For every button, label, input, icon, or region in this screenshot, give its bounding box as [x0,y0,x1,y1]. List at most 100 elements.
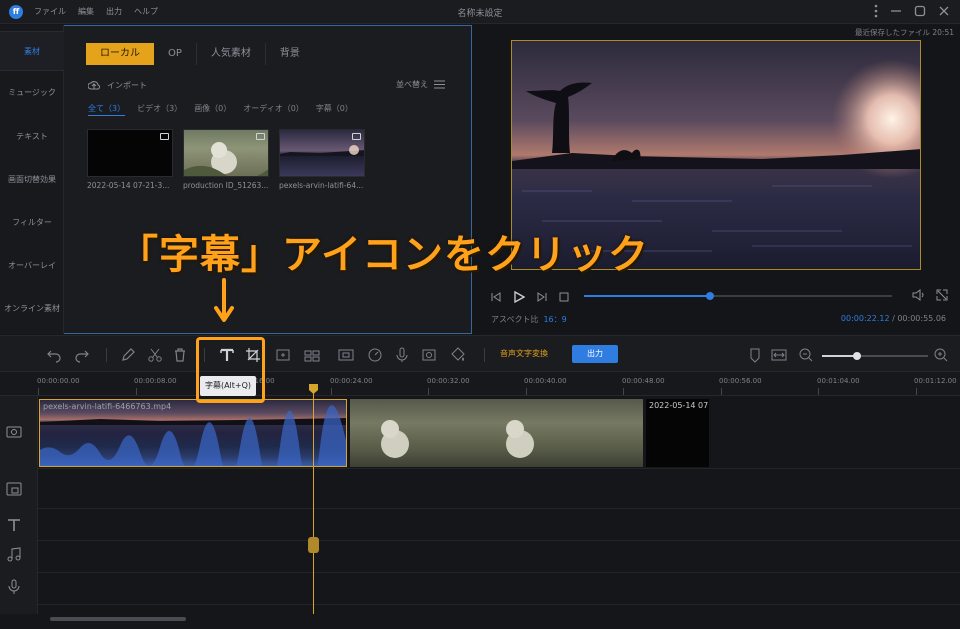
tab-popular[interactable]: 人気素材 [197,43,266,65]
ruler-tick [623,388,624,395]
aspect-ratio-value[interactable]: 16：9 [543,315,566,324]
ruler-label: 00:00:40.00 [524,377,567,385]
media-item[interactable]: production ID_51263... [183,129,269,190]
title-bar: ff ファイル 編集 出力 ヘルプ 名称未設定 [0,0,960,24]
sidebar-item-overlay[interactable]: オーバーレイ [0,246,64,286]
timecode: 00:00:22.12 / 00:00:55.06 [841,314,946,323]
media-thumbnail [279,129,365,177]
menu-edit[interactable]: 編集 [78,6,94,17]
menu-export[interactable]: 出力 [106,6,122,17]
clip-name: 2022-05-14 07 [649,401,709,410]
timeline-scrollbar[interactable] [50,617,186,621]
sort-label: 並べ替え [396,80,428,89]
filter-video[interactable]: ビデオ（3） [137,103,182,116]
filter-audio[interactable]: オーディオ（0） [243,103,304,116]
sidebar-item-transitions[interactable]: 画面切替効果 [0,160,64,200]
screenshot-icon[interactable] [421,347,437,363]
preview-panel: 最近保存したファイル 20:51 アスペクト比 16：9 00:00:22.12… [473,25,960,334]
pencil-icon[interactable] [120,347,136,363]
media-item[interactable]: pexels-arvin-latifi-64... [279,129,365,190]
volume-icon[interactable] [912,289,926,301]
scissors-icon[interactable] [147,347,163,363]
timeline-clip[interactable] [350,399,643,467]
subtitle-tooltip: 字幕(Alt+Q) [200,376,256,396]
fit-timeline-icon[interactable] [771,347,787,363]
close-icon[interactable] [938,4,950,18]
playhead-grip[interactable] [308,537,319,553]
edit-toolbar: 音声文字変換 出力 [0,335,960,372]
ruler-tick [818,388,819,395]
progress-handle[interactable] [706,292,715,300]
menu-help[interactable]: ヘルプ [134,6,158,17]
fullscreen-icon[interactable] [936,289,948,301]
import-button[interactable]: インポート [88,80,147,91]
maximize-icon[interactable] [914,4,926,18]
media-caption: 2022-05-14 07-21-3... [87,181,170,190]
play-icon[interactable] [513,291,525,303]
timeline-zoom-slider[interactable] [822,352,928,360]
voiceover-track [38,573,960,605]
marker-icon[interactable] [747,347,763,363]
instruction-caption: 「字幕」アイコンをクリック [118,232,649,278]
tab-background[interactable]: 背景 [266,43,314,65]
aspect-ratio: アスペクト比 16：9 [491,314,567,325]
menu-bar: ファイル 編集 出力 ヘルプ [34,6,158,17]
media-caption: production ID_51263... [183,181,269,190]
redo-icon[interactable] [74,347,90,363]
minimize-icon[interactable] [890,4,902,18]
sidebar-item-text[interactable]: テキスト [0,117,64,157]
ruler-label: 00:00:56.00 [719,377,762,385]
freeze-frame-icon[interactable] [338,347,354,363]
transport-controls [491,291,569,303]
mosaic-icon[interactable] [304,347,320,363]
menu-file[interactable]: ファイル [34,6,66,17]
list-icon [434,80,445,89]
filter-image[interactable]: 画像（0） [194,103,231,116]
speed-icon[interactable] [367,347,383,363]
media-grid: 2022-05-14 07-21-3... production ID_5126… [87,129,365,190]
voiceover-track-icon [8,579,20,594]
overlay-track-icon [6,482,22,496]
tab-local[interactable]: ローカル [86,43,154,65]
last-saved: 最近保存したファイル 20:51 [855,28,954,37]
undo-icon[interactable] [46,347,62,363]
stop-icon[interactable] [559,292,569,302]
export-button[interactable]: 出力 [572,345,618,363]
media-item[interactable]: 2022-05-14 07-21-3... [87,129,173,190]
timeline-clip[interactable]: pexels-arvin-latifi-6466763.mp4 [39,399,347,467]
ruler-tick [38,388,39,395]
music-track [38,541,960,573]
app-logo-icon: ff [9,5,23,19]
import-icon [88,80,100,90]
speech-to-text-button[interactable]: 音声文字変換 [500,348,548,359]
arrow-down-icon [214,278,234,322]
ruler-label: 00:01:12.00 [914,377,957,385]
filter-subtitle[interactable]: 字幕（0） [316,103,353,116]
zoom-frame-icon[interactable] [275,347,291,363]
sidebar-item-online-media[interactable]: オンライン素材 [0,289,64,329]
sort-button[interactable]: 並べ替え [396,79,445,90]
sidebar: 素材 ミュージック テキスト 画面切替効果 フィルター オーバーレイ オンライン… [0,25,64,334]
step-back-icon[interactable] [491,292,501,302]
timeline-clip[interactable]: 2022-05-14 07 [646,399,709,467]
toolbar-divider [484,348,485,362]
zoom-handle[interactable] [852,352,861,360]
timeline-ruler[interactable]: 00:00:00.00 00:00:08.00 00:00:16.00 00:0… [0,372,960,396]
paint-bucket-icon[interactable] [450,347,466,363]
ruler-label: 00:01:04.00 [817,377,860,385]
zoom-in-icon[interactable] [933,347,949,363]
step-forward-icon[interactable] [537,292,547,302]
sidebar-item-music[interactable]: ミュージック [0,73,64,113]
import-label: インポート [107,81,147,90]
microphone-icon[interactable] [394,347,410,363]
sidebar-item-media[interactable]: 素材 [0,31,64,71]
tab-op[interactable]: OP [154,43,197,65]
trash-icon[interactable] [172,347,188,363]
sidebar-item-filters[interactable]: フィルター [0,203,64,243]
text-track-icon [8,519,20,531]
filter-all[interactable]: 全て（3） [88,103,126,116]
zoom-out-icon[interactable] [798,347,814,363]
preview-progress-bar[interactable] [584,292,892,300]
more-icon[interactable] [874,4,878,18]
total-time: 00:00:55.06 [897,314,946,323]
